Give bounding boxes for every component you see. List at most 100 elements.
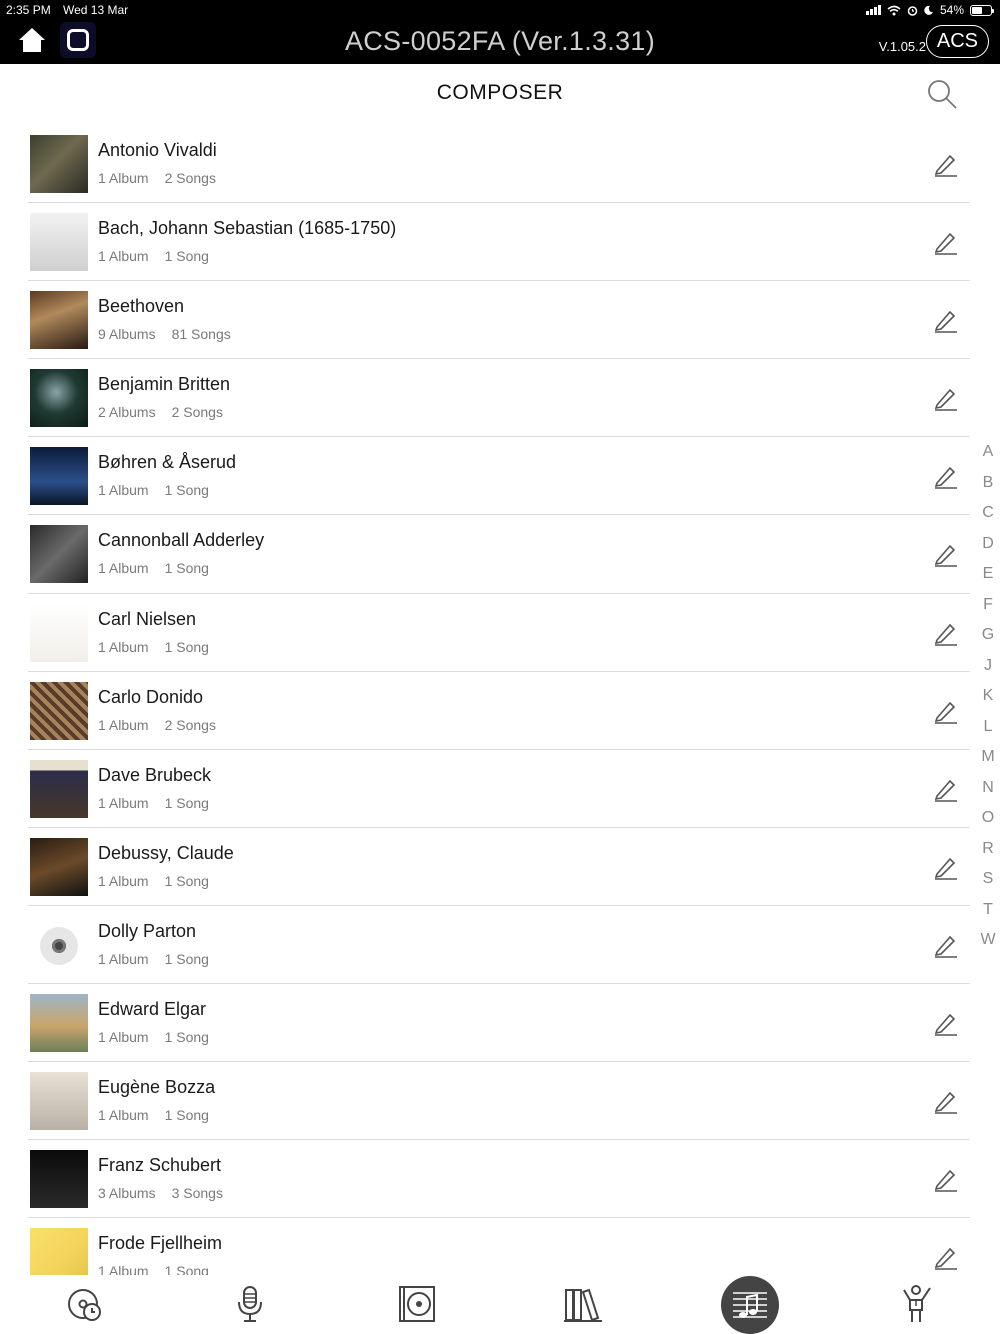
- search-icon[interactable]: [926, 78, 958, 110]
- composer-row[interactable]: Carlo Donido 1 Album 2 Songs: [0, 672, 1000, 750]
- microphone-icon: [238, 1286, 262, 1322]
- edit-icon[interactable]: [933, 620, 959, 646]
- composer-row[interactable]: Antonio Vivaldi 1 Album 2 Songs: [0, 125, 1000, 204]
- edit-icon[interactable]: [933, 307, 959, 333]
- composer-counts: 1 Album 1 Song: [98, 1107, 209, 1123]
- composer-name: Cannonball Adderley: [98, 530, 265, 551]
- album-count: 1 Album: [98, 1263, 149, 1275]
- tab-genre[interactable]: [558, 1279, 608, 1329]
- tab-conductor[interactable]: [891, 1279, 941, 1329]
- edit-icon[interactable]: [933, 1244, 959, 1271]
- album-artwork: [30, 447, 88, 506]
- index-letter[interactable]: K: [976, 681, 1000, 712]
- composer-counts: 2 Albums 2 Songs: [98, 404, 223, 420]
- tab-artist[interactable]: [225, 1279, 275, 1329]
- index-letter[interactable]: B: [976, 468, 1000, 499]
- song-count: 1 Song: [164, 1263, 209, 1275]
- index-letter[interactable]: G: [976, 620, 1000, 651]
- edit-icon[interactable]: [933, 229, 959, 255]
- composer-name: Eugène Bozza: [98, 1077, 216, 1098]
- edit-icon[interactable]: [933, 1088, 959, 1114]
- edit-icon[interactable]: [933, 698, 959, 724]
- album-count: 1 Album: [98, 170, 149, 186]
- edit-icon[interactable]: [933, 854, 959, 880]
- composer-name: Frode Fjellheim: [98, 1233, 223, 1254]
- edit-icon[interactable]: [933, 776, 959, 802]
- edit-icon[interactable]: [933, 463, 959, 490]
- index-letter[interactable]: E: [976, 559, 1000, 590]
- album-artwork: [30, 1228, 88, 1275]
- tab-recent[interactable]: [60, 1279, 110, 1329]
- index-letter[interactable]: S: [976, 864, 1000, 895]
- alphabet-index[interactable]: ABCDEFGJKLMNORSTW: [976, 437, 1000, 956]
- composer-counts: 1 Album 1 Song: [98, 873, 209, 889]
- composer-row[interactable]: Frode Fjellheim 1 Album 1 Song: [0, 1218, 1000, 1275]
- index-letter[interactable]: F: [976, 590, 1000, 621]
- acs-button[interactable]: ACS: [925, 25, 989, 58]
- album-artwork: [30, 525, 88, 584]
- composer-row[interactable]: Beethoven 9 Albums 81 Songs: [0, 281, 1000, 360]
- song-count: 1 Song: [164, 872, 209, 889]
- music-score-icon: [733, 1292, 767, 1318]
- album-count: 1 Album: [98, 1107, 149, 1124]
- edit-icon[interactable]: [933, 1010, 959, 1036]
- composer-row[interactable]: Dave Brubeck 1 Album 1 Song: [0, 750, 1000, 828]
- index-letter[interactable]: R: [976, 834, 1000, 865]
- index-letter[interactable]: C: [976, 498, 1000, 529]
- composer-name: Beethoven: [98, 296, 185, 317]
- index-letter[interactable]: M: [976, 742, 1000, 773]
- edit-icon[interactable]: [933, 151, 959, 177]
- edit-icon[interactable]: [933, 385, 959, 412]
- index-letter[interactable]: N: [976, 773, 1000, 804]
- album-artwork: [30, 1072, 88, 1131]
- edit-icon[interactable]: [933, 932, 959, 958]
- composer-row[interactable]: Eugène Bozza 1 Album 1 Song: [0, 1062, 1000, 1141]
- composer-row[interactable]: Debussy, Claude 1 Album 1 Song: [0, 828, 1000, 906]
- battery-icon: [970, 4, 994, 16]
- composer-counts: 1 Album 1 Song: [98, 1263, 209, 1275]
- index-letter[interactable]: J: [976, 651, 1000, 682]
- disc-placeholder-icon: [40, 926, 78, 965]
- song-count: 2 Songs: [164, 170, 216, 186]
- composer-row[interactable]: Carl Nielsen 1 Album 1 Song: [0, 594, 1000, 672]
- composer-row[interactable]: Dolly Parton 1 Album 1 Song: [0, 906, 1000, 985]
- album-icon: [399, 1286, 435, 1322]
- top-bar: 2:35 PM Wed 13 Mar 54% ACS-0052FA (Ver.1…: [0, 0, 1000, 64]
- album-artwork: [30, 213, 88, 272]
- index-letter[interactable]: D: [976, 529, 1000, 560]
- index-letter[interactable]: O: [976, 803, 1000, 834]
- composer-name: Dave Brubeck: [98, 764, 212, 785]
- composer-name: Benjamin Britten: [98, 374, 231, 395]
- composer-row[interactable]: Bøhren & Åserud 1 Album 1 Song: [0, 437, 1000, 516]
- index-letter[interactable]: T: [976, 895, 1000, 926]
- composer-row[interactable]: Edward Elgar 1 Album 1 Song: [0, 984, 1000, 1063]
- song-count: 2 Songs: [164, 716, 216, 733]
- album-count: 1 Album: [98, 1029, 149, 1046]
- composer-name: Carlo Donido: [98, 686, 204, 707]
- composer-list[interactable]: Antonio Vivaldi 1 Album 2 Songs Bach, Johan…: [0, 125, 1000, 1275]
- status-date: Wed 13 Mar: [63, 3, 129, 17]
- edit-icon[interactable]: [933, 541, 959, 568]
- composer-row[interactable]: Cannonball Adderley 1 Album 1 Song: [0, 515, 1000, 594]
- composer-counts: 1 Album 1 Song: [98, 951, 209, 967]
- tab-album[interactable]: [392, 1279, 442, 1329]
- index-letter[interactable]: A: [976, 437, 1000, 468]
- composer-counts: 1 Album 1 Song: [98, 1029, 209, 1045]
- composer-row[interactable]: Franz Schubert 3 Albums 3 Songs: [0, 1140, 1000, 1219]
- song-count: 1 Song: [164, 794, 209, 811]
- status-time: 2:35 PM: [6, 3, 51, 17]
- song-count: 1 Song: [164, 1107, 209, 1124]
- song-count: 1 Song: [164, 638, 209, 655]
- song-count: 3 Songs: [171, 1185, 223, 1202]
- tab-composer[interactable]: [721, 1276, 779, 1334]
- index-letter[interactable]: L: [976, 712, 1000, 743]
- index-letter[interactable]: W: [976, 925, 1000, 956]
- album-count: 9 Albums: [98, 326, 156, 343]
- composer-counts: 9 Albums 81 Songs: [98, 326, 231, 342]
- composer-row[interactable]: Benjamin Britten 2 Albums 2 Songs: [0, 359, 1000, 438]
- composer-row[interactable]: Bach, Johann Sebastian (1685-1750) 1 Albu…: [0, 203, 1000, 282]
- wifi-icon: [887, 5, 901, 15]
- song-count: 1 Song: [164, 248, 209, 265]
- composer-name: Bøhren & Åserud: [98, 452, 237, 473]
- edit-icon[interactable]: [933, 1166, 959, 1193]
